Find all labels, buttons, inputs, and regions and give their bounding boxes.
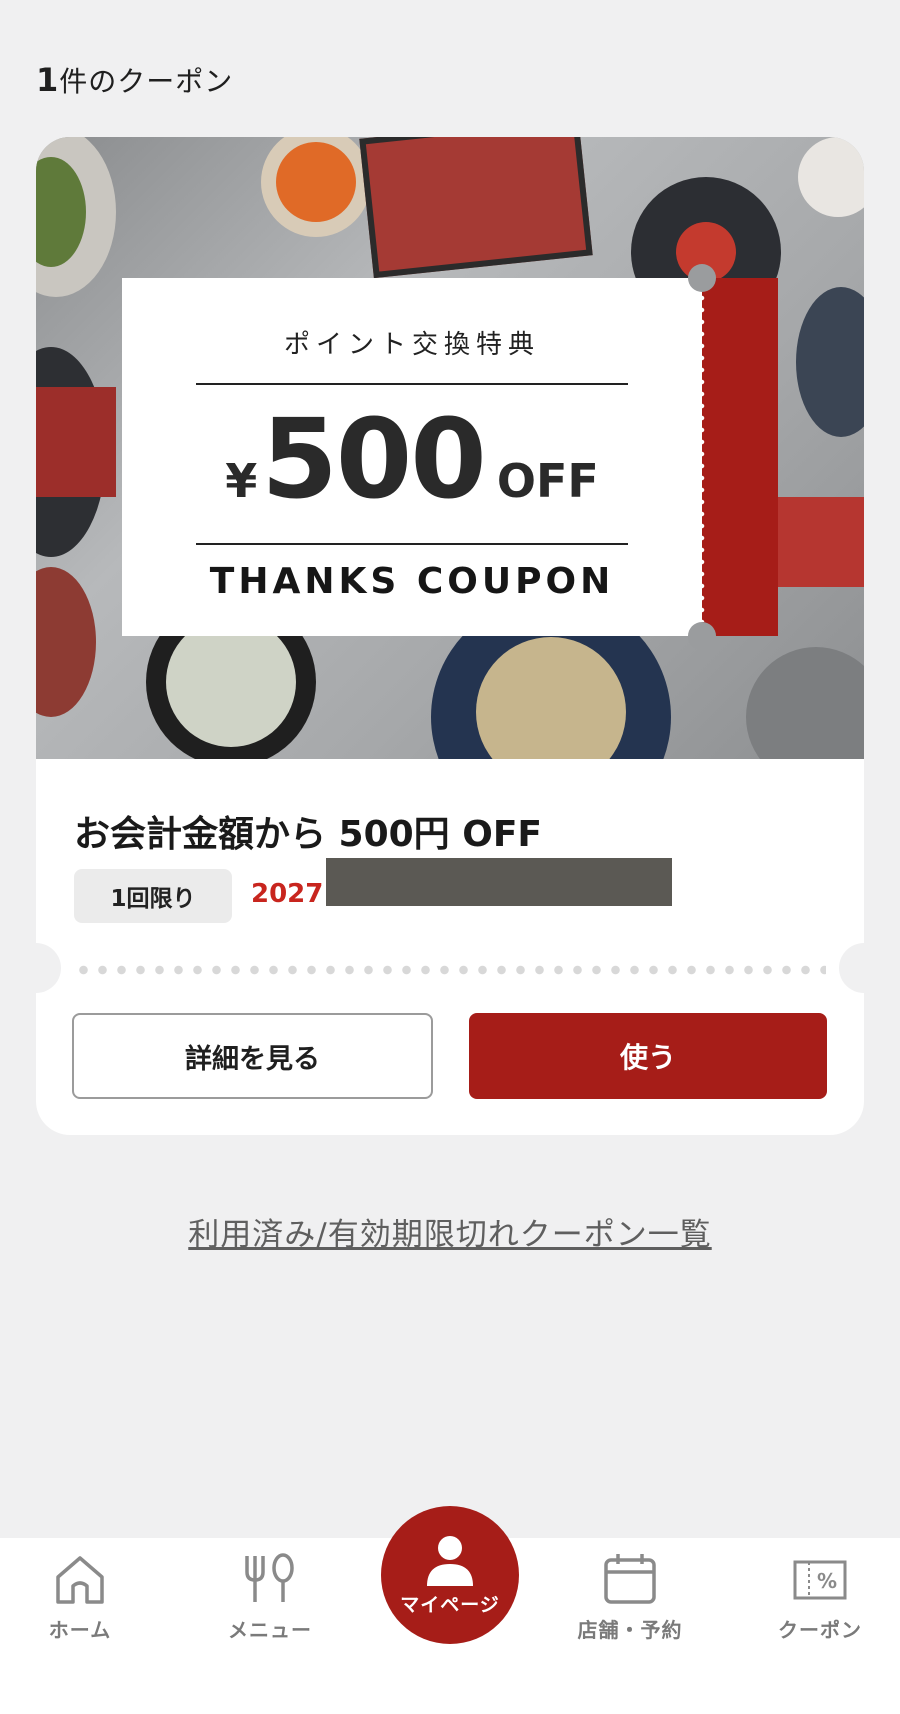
ticket-off: OFF [496, 454, 599, 508]
coupon-title: お会計金額から 500円 OFF [74, 814, 543, 855]
ticket-body: ポイント交換特典 ¥ 500 OFF THANKS COUPON [122, 278, 702, 636]
ticket-perforation [699, 292, 705, 622]
soup-decoration [166, 617, 296, 747]
ticket-divider-bottom [196, 543, 628, 545]
ticket-notch-bottom [688, 622, 716, 650]
calendar-icon [604, 1554, 656, 1604]
nav-label-stores: 店舗・予約 [577, 1618, 683, 1642]
fork-spoon-icon [245, 1553, 294, 1602]
nav-item-menu[interactable]: メニュー [190, 1538, 350, 1714]
card-notch-left [11, 943, 61, 993]
steak-decoration [36, 387, 116, 497]
nav-label-menu: メニュー [228, 1618, 312, 1642]
coupon-count-label: 件のクーポン [59, 65, 234, 98]
nav-label-home: ホーム [48, 1618, 112, 1642]
home-icon [56, 1556, 104, 1604]
nav-item-stores[interactable]: 店舗・予約 [550, 1538, 710, 1714]
ticket-divider-top [196, 383, 628, 385]
coupon-list-screen: 1件のクーポン ポイント交換特典 ¥ 500 OFF THANKS COUPON… [0, 0, 900, 1714]
person-icon [427, 1536, 473, 1586]
coupon-card: ポイント交換特典 ¥ 500 OFF THANKS COUPON お会計金額から… [11, 137, 889, 1135]
coupon-percent-icon: % [793, 1560, 847, 1600]
meat-plate-decoration [776, 497, 864, 587]
nav-item-mypage[interactable]: マイページ [381, 1506, 519, 1644]
cutlery-decoration [746, 647, 864, 759]
ticket-notch-top [688, 264, 716, 292]
ticket-amount: 500 [261, 395, 487, 523]
used-expired-coupons-link[interactable]: 利用済み/有効期限切れクーポン一覧 [0, 1209, 900, 1254]
nav-label-coupon: クーポン [778, 1618, 862, 1642]
ticket-stub [702, 278, 778, 636]
coupon-count-number: 1 [36, 61, 60, 99]
coupon-banner-image[interactable]: ポイント交換特典 ¥ 500 OFF THANKS COUPON [36, 137, 864, 759]
ticket-caption: THANKS COUPON [209, 561, 615, 602]
dotted-divider [74, 965, 826, 975]
usage-limit-badge: 1回限り [74, 869, 232, 923]
view-details-button[interactable]: 詳細を見る [72, 1013, 433, 1099]
use-coupon-button[interactable]: 使う [469, 1013, 827, 1099]
meat-slices-decoration [359, 137, 593, 279]
sauce-decoration [276, 142, 356, 222]
nav-label-mypage: マイページ [400, 1594, 500, 1616]
ticket-currency: ¥ [225, 454, 258, 508]
dessert-plate-decoration [798, 137, 864, 217]
redaction-block [326, 858, 672, 906]
expiry-date: 2027 [251, 879, 324, 909]
nav-item-coupon[interactable]: % クーポン [740, 1538, 900, 1714]
ticket-subtitle: ポイント交換特典 [283, 330, 540, 360]
blue-plate-decoration [796, 287, 864, 437]
svg-text:%: % [817, 1569, 837, 1593]
nav-item-home[interactable]: ホーム [0, 1538, 160, 1714]
card-notch-right [839, 943, 889, 993]
coupon-ticket: ポイント交換特典 ¥ 500 OFF THANKS COUPON [122, 264, 778, 650]
ticket-discount: ¥ 500 OFF [225, 399, 599, 525]
meat-bowl-decoration [36, 567, 96, 717]
coupon-count: 1件のクーポン [36, 60, 233, 100]
